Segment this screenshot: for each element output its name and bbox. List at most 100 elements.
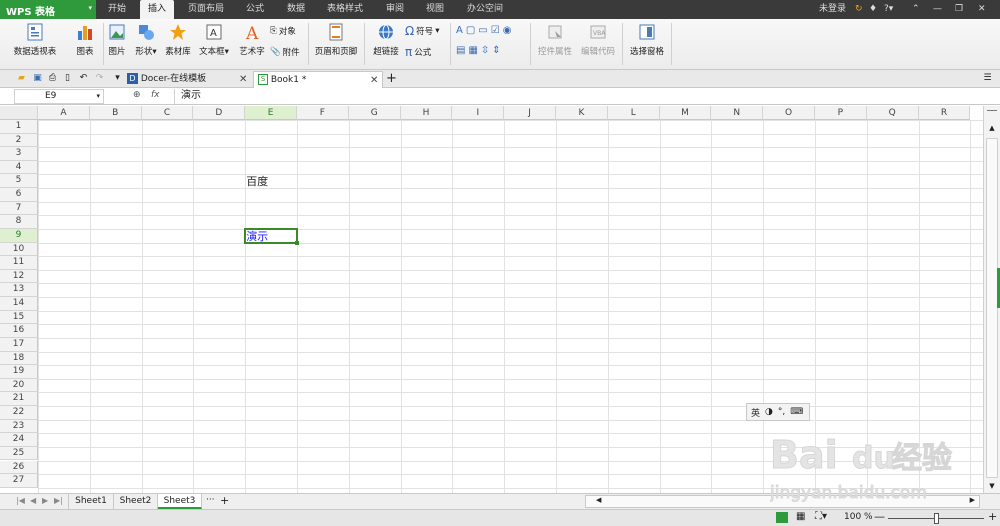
column-header-k[interactable]: K [556,106,608,120]
row-header-2[interactable]: 2 [0,133,38,148]
column-header-m[interactable]: M [659,106,712,120]
material-library-button[interactable]: 素材库 [163,21,193,57]
row-header-7[interactable]: 7 [0,201,38,216]
horizontal-scrollbar[interactable]: ◀ ▶ [585,495,980,508]
tab-review[interactable]: 审阅 [378,0,412,19]
zoom-slider-thumb[interactable] [934,513,939,524]
column-header-b[interactable]: B [89,106,142,120]
row-header-26[interactable]: 26 [0,460,38,475]
column-header-n[interactable]: N [711,106,764,120]
column-header-p[interactable]: P [815,106,867,120]
picture-button[interactable]: 图片 [106,21,128,57]
minimize-icon[interactable]: — [933,0,942,19]
refresh-icon[interactable]: ↻ [855,0,863,19]
skin-icon[interactable]: ♦ [869,0,877,19]
row-header-20[interactable]: 20 [0,378,38,393]
close-tab-icon[interactable]: ✕ [370,73,378,89]
row-header-14[interactable]: 14 [0,297,38,311]
new-tab-icon[interactable]: + [386,72,397,85]
checkbox-control-icon[interactable]: ☑ [491,25,500,36]
chart-button[interactable]: 图表 [70,21,100,57]
worksheet-grid[interactable]: A B C D E F G H I J K L M N O P Q R 1 2 3 4 5 6 7 8 9 10 11 12 13 14 15 1… [0,106,983,493]
column-header-h[interactable]: H [400,106,453,120]
select-all-corner[interactable] [0,106,38,120]
sheet-tab-3[interactable]: Sheet3 [158,494,202,509]
row-header-25[interactable]: 25 [0,446,38,461]
row-header-19[interactable]: 19 [0,365,38,379]
zoom-level[interactable]: 100 % [844,512,873,522]
tab-formulas[interactable]: 公式 [238,0,272,19]
undo-icon[interactable]: ↶ [78,73,89,84]
sheet-tab-2[interactable]: Sheet2 [114,494,158,509]
tab-table-style[interactable]: 表格样式 [320,0,370,19]
column-header-j[interactable]: J [504,106,556,120]
column-header-l[interactable]: L [607,106,660,120]
active-cell-selection[interactable] [244,227,299,245]
row-header-22[interactable]: 22 [0,406,38,420]
tab-office-space[interactable]: 办公空间 [462,0,508,19]
fill-handle[interactable] [294,240,299,245]
sheet-tab-1[interactable]: Sheet1 [68,494,114,509]
row-header-10[interactable]: 10 [0,242,38,257]
more-sheets-icon[interactable]: ··· [206,495,215,505]
vertical-scrollbar[interactable]: ▲ ▼ [983,106,1000,493]
control-properties-button[interactable]: 控件属性 [536,21,574,57]
row-header-5[interactable]: 5 [0,174,38,189]
page-break-view-icon[interactable]: ▦ [796,511,805,522]
row-header-11[interactable]: 11 [0,256,38,270]
row-header-17[interactable]: 17 [0,337,38,352]
label-control-icon[interactable]: A [456,25,463,36]
close-tab-icon[interactable]: ✕ [239,72,247,88]
column-header-i[interactable]: I [452,106,505,120]
tab-docer-templates[interactable]: D Docer-在线模板 ✕ [123,71,253,88]
restore-icon[interactable]: ❐ [955,0,963,19]
header-footer-button[interactable]: 页眉和页脚 [312,21,360,57]
row-header-16[interactable]: 16 [0,324,38,338]
row-header-8[interactable]: 8 [0,215,38,229]
button-control-icon[interactable]: ▭ [478,25,487,36]
close-icon[interactable]: ✕ [978,0,986,19]
scroll-down-icon[interactable]: ▼ [986,482,998,492]
row-header-9[interactable]: 9 [0,228,38,243]
row-header-18[interactable]: 18 [0,351,38,366]
hyperlink-button[interactable]: 超链接 [369,21,403,57]
textbox-button[interactable]: A 文本框▾ [196,21,232,57]
save-icon[interactable]: ▣ [32,73,43,84]
first-sheet-icon[interactable]: |◀ [16,496,25,505]
split-handle-icon[interactable] [987,110,997,114]
listbox-control-icon[interactable]: ▤ [456,45,465,56]
fullscreen-view-icon[interactable]: ⛶▾ [815,511,827,522]
zoom-out-icon[interactable]: — [874,510,885,523]
print-icon[interactable]: ⎙ [47,73,58,84]
row-header-6[interactable]: 6 [0,188,38,202]
row-header-27[interactable]: 27 [0,474,38,488]
pivot-table-button[interactable]: 数据透视表 [4,21,66,57]
insert-function-icon[interactable]: fx [151,90,160,100]
add-sheet-button[interactable]: + [220,494,229,507]
scroll-right-icon[interactable]: ▶ [970,496,975,504]
row-header-21[interactable]: 21 [0,392,38,406]
tab-view[interactable]: 视图 [418,0,452,19]
customize-toolbar-icon[interactable]: ▾ [112,73,123,84]
column-header-e[interactable]: E [245,106,297,120]
column-header-a[interactable]: A [38,106,90,120]
scrollbar-thumb[interactable] [986,138,998,478]
scroll-left-icon[interactable]: ◀ [596,496,601,504]
row-header-4[interactable]: 4 [0,160,38,175]
tab-list-icon[interactable]: ☰ [982,73,993,84]
attachment-button[interactable]: 📎 附件 [270,46,300,58]
redo-icon[interactable]: ↷ [94,73,105,84]
column-header-g[interactable]: G [348,106,401,120]
tab-book1[interactable]: S Book1 * ✕ [253,71,383,88]
prev-sheet-icon[interactable]: ◀ [30,496,36,505]
row-header-13[interactable]: 13 [0,283,38,298]
open-icon[interactable]: ▰ [16,73,27,84]
row-header-3[interactable]: 3 [0,147,38,161]
normal-view-icon[interactable] [776,512,788,523]
tab-insert[interactable]: 插入 [140,0,174,19]
row-header-15[interactable]: 15 [0,310,38,325]
radio-control-icon[interactable]: ◉ [503,25,512,36]
ime-toolbar[interactable]: 英 ◑ °, ⌨ [746,403,810,421]
row-header-12[interactable]: 12 [0,269,38,284]
name-box[interactable]: E9 ▾ [14,89,104,104]
